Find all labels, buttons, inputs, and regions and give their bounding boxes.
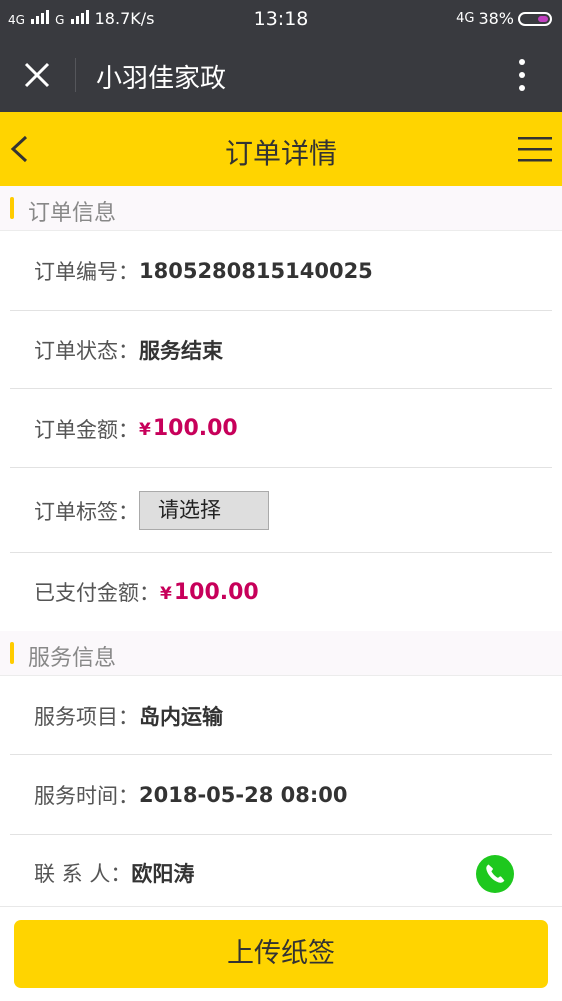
paid-amount-value: ¥100.00 — [160, 580, 259, 605]
close-icon[interactable] — [22, 60, 52, 90]
service-time-value: 2018-05-28 08:00 — [139, 783, 348, 807]
title-divider — [75, 58, 76, 92]
phone-icon[interactable] — [476, 855, 514, 893]
status-bar: 4G G 18.7K/s 13:18 4G 38% — [0, 0, 562, 38]
more-vertical-icon[interactable] — [518, 58, 526, 92]
row-order-number: 订单编号： 1805280815140025 — [0, 231, 562, 311]
row-label: 服务项目： — [34, 704, 139, 729]
amount-number: 100.00 — [173, 579, 259, 605]
row-order-amount: 订单金额： ¥100.00 — [0, 389, 562, 468]
section-header-service: 服务信息 — [0, 631, 562, 676]
row-contact: 联 系 人： 欧阳涛 — [0, 835, 562, 911]
row-order-tag: 订单标签： 请选择 — [0, 468, 562, 553]
contact-name-value: 欧阳涛 — [131, 862, 195, 886]
row-service-time: 服务时间： 2018-05-28 08:00 — [0, 755, 562, 835]
section-title: 订单信息 — [28, 201, 117, 226]
app-title: 小羽佳家政 — [96, 64, 227, 94]
order-status-value: 服务结束 — [139, 339, 223, 363]
currency-symbol: ¥ — [160, 583, 172, 604]
page-header: 订单详情 — [0, 112, 562, 186]
page-title: 订单详情 — [224, 137, 337, 170]
row-label: 订单标签： — [34, 499, 139, 524]
row-label: 服务时间： — [34, 784, 139, 808]
upload-paper-sign-button[interactable]: 上传纸签 — [14, 920, 548, 988]
amount-number: 100.00 — [152, 416, 238, 441]
section-header-order: 订单信息 — [0, 186, 562, 231]
battery-level — [538, 15, 548, 22]
row-label: 联 系 人： — [34, 862, 132, 886]
section-accent-bar — [10, 642, 14, 664]
status-right: 4G 38% — [456, 9, 552, 28]
battery-percent: 38% — [478, 9, 514, 28]
currency-symbol: ¥ — [139, 420, 151, 440]
battery-icon — [518, 11, 552, 26]
row-label: 已支付金额： — [34, 581, 160, 605]
row-order-status: 订单状态： 服务结束 — [0, 311, 562, 389]
wechat-title-bar: 小羽佳家政 — [0, 38, 562, 112]
order-tag-select[interactable]: 请选择 — [139, 491, 269, 530]
section-accent-bar — [10, 197, 14, 219]
service-item-value: 岛内运输 — [139, 704, 223, 729]
order-number-value: 1805280815140025 — [139, 259, 373, 283]
row-label: 订单状态： — [34, 339, 139, 363]
network-type-3: 4G — [456, 11, 475, 26]
hamburger-menu-icon[interactable] — [518, 136, 552, 162]
row-paid-amount: 已支付金额： ¥100.00 — [0, 553, 562, 631]
order-amount-value: ¥100.00 — [139, 416, 238, 441]
row-label: 订单金额： — [34, 417, 139, 442]
footer-bar: 上传纸签 — [0, 906, 562, 1001]
row-label: 订单编号： — [34, 260, 139, 284]
row-service-item: 服务项目： 岛内运输 — [0, 676, 562, 755]
section-title: 服务信息 — [28, 646, 117, 671]
